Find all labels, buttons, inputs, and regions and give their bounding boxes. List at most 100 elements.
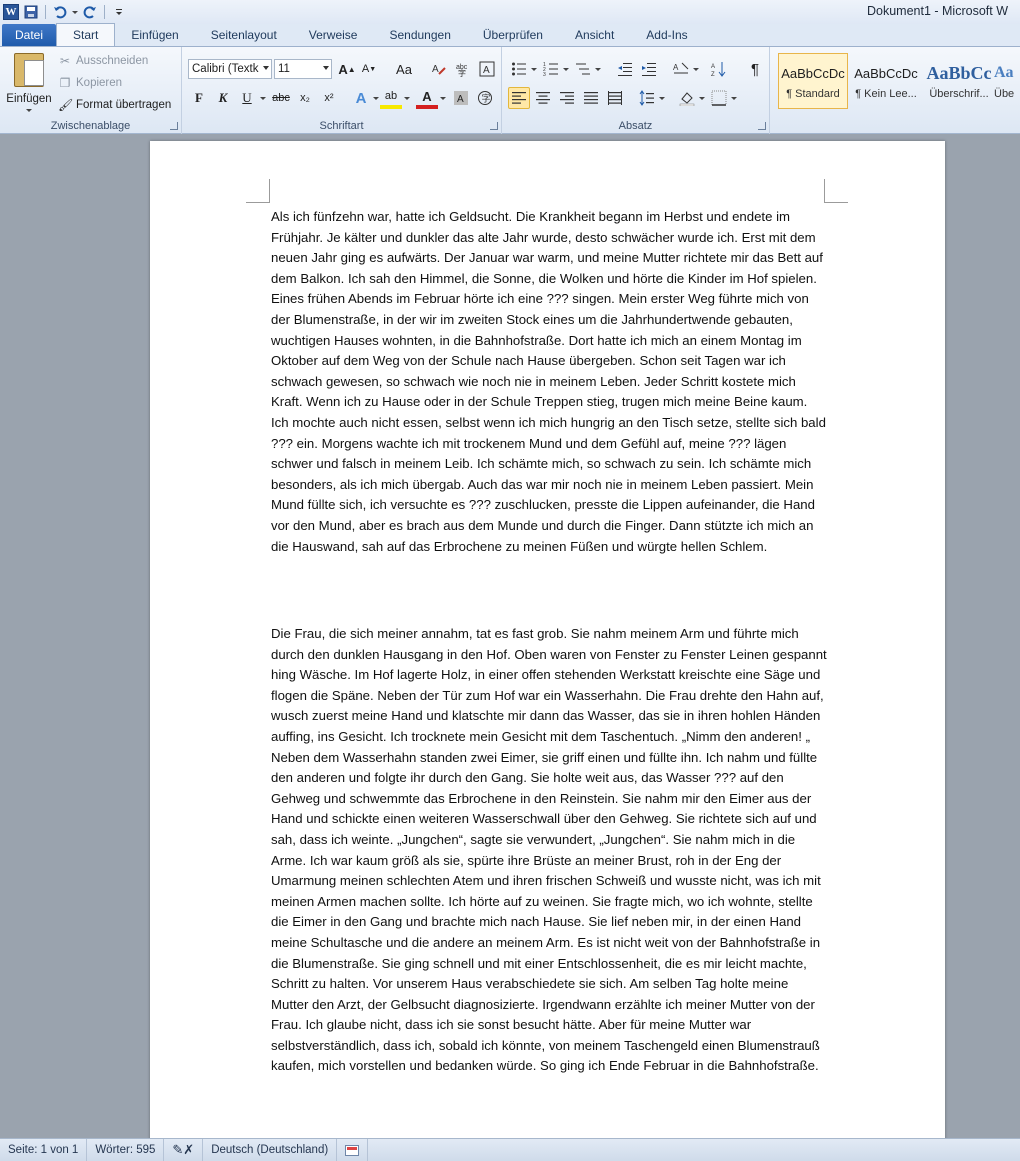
clipboard-launcher-icon[interactable]	[170, 122, 178, 130]
strikethrough-button[interactable]: abc	[268, 87, 294, 109]
tab-review[interactable]: Überprüfen	[467, 24, 559, 46]
font-launcher-icon[interactable]	[490, 122, 498, 130]
align-left-icon[interactable]	[508, 87, 530, 109]
font-color-button[interactable]: A	[416, 87, 438, 109]
font-name-combo[interactable]: Calibri (Textk	[188, 59, 272, 79]
text-direction-icon[interactable]: A	[670, 58, 692, 80]
borders-icon[interactable]	[708, 87, 730, 109]
bold-button[interactable]: F	[188, 87, 210, 109]
character-shading-icon[interactable]: A	[450, 87, 472, 109]
tab-references[interactable]: Verweise	[293, 24, 374, 46]
align-right-icon[interactable]	[556, 87, 578, 109]
tab-view[interactable]: Ansicht	[559, 24, 630, 46]
tab-file[interactable]: Datei	[2, 24, 57, 46]
font-group-label: Schriftart	[319, 120, 364, 132]
document-page[interactable]: Als ich fünfzehn war, hatte ich Geldsuch…	[150, 141, 945, 1138]
highlight-dropdown-icon[interactable]	[404, 97, 410, 100]
paragraph-group-label: Absatz	[618, 120, 653, 132]
undo-icon[interactable]	[52, 4, 68, 20]
margin-corner-mark	[246, 179, 270, 203]
style-name: ¶ Standard	[786, 88, 840, 100]
bullets-dropdown-icon[interactable]	[531, 68, 537, 71]
line-spacing-icon[interactable]	[636, 87, 658, 109]
align-center-icon[interactable]	[532, 87, 554, 109]
undo-dropdown-icon[interactable]	[72, 10, 78, 14]
proofing-icon[interactable]: ✎✗	[164, 1138, 204, 1161]
document-area[interactable]: Als ich fünfzehn war, hatte ich Geldsuch…	[0, 134, 1020, 1138]
page-count[interactable]: Seite: 1 von 1	[0, 1138, 88, 1161]
copy-button[interactable]: ❐ Kopieren	[58, 73, 122, 93]
tab-page-layout[interactable]: Seitenlayout	[195, 24, 293, 46]
borders-dropdown-icon[interactable]	[731, 97, 737, 100]
underline-dropdown-icon[interactable]	[260, 97, 266, 100]
enclose-characters-icon[interactable]: 字	[474, 87, 496, 109]
increase-indent-icon[interactable]	[638, 58, 660, 80]
paste-button[interactable]: Einfügen	[4, 51, 54, 115]
character-border-icon[interactable]: A	[476, 58, 498, 80]
ribbon-tabs: Datei Start Einfügen Seitenlayout Verwei…	[0, 23, 1020, 47]
bullets-icon[interactable]	[508, 58, 530, 80]
svg-text:A: A	[483, 65, 490, 76]
svg-text:A: A	[457, 94, 464, 105]
font-size-combo[interactable]: 11	[274, 59, 332, 79]
style-sample: Aa	[994, 64, 1014, 81]
numbering-dropdown-icon[interactable]	[563, 68, 569, 71]
text-direction-dropdown-icon[interactable]	[693, 68, 699, 71]
format-painter-button[interactable]: 🖌 Format übertragen	[58, 95, 171, 115]
chevron-down-icon	[323, 66, 329, 70]
numbering-icon[interactable]: 123	[540, 58, 562, 80]
multilevel-list-icon[interactable]	[572, 58, 594, 80]
phonetic-guide-icon[interactable]: abc 字	[452, 58, 474, 80]
word-count[interactable]: Wörter: 595	[87, 1138, 165, 1161]
superscript-button[interactable]: x²	[318, 87, 340, 109]
style-name: ¶ Kein Lee...	[855, 88, 917, 100]
change-case-button[interactable]: Aa	[390, 58, 418, 80]
paragraph[interactable]: Als ich fünfzehn war, hatte ich Geldsuch…	[271, 207, 827, 557]
font-color-dropdown-icon[interactable]	[440, 97, 446, 100]
tab-add-ins[interactable]: Add-Ins	[630, 24, 703, 46]
tab-insert[interactable]: Einfügen	[115, 24, 194, 46]
line-spacing-dropdown-icon[interactable]	[659, 97, 665, 100]
style-heading-1[interactable]: AaBbCc Überschrif...	[924, 53, 994, 109]
scissors-icon: ✂	[59, 54, 71, 68]
italic-button[interactable]: K	[212, 87, 234, 109]
paragraph-launcher-icon[interactable]	[758, 122, 766, 130]
grow-font-button[interactable]: A ▲	[336, 58, 358, 80]
distributed-icon[interactable]	[604, 87, 626, 109]
style-standard[interactable]: AaBbCcDc ¶ Standard	[778, 53, 848, 109]
style-heading-2[interactable]: Aa Übe	[994, 53, 1020, 109]
text-effects-dropdown-icon[interactable]	[373, 97, 379, 100]
justify-icon[interactable]	[580, 87, 602, 109]
decrease-indent-icon[interactable]	[614, 58, 636, 80]
paintbrush-icon: 🖌	[58, 98, 74, 112]
language-indicator[interactable]: Deutsch (Deutschland)	[203, 1138, 338, 1161]
clear-formatting-icon[interactable]: A	[428, 58, 450, 80]
shading-icon[interactable]	[676, 87, 698, 109]
shading-dropdown-icon[interactable]	[699, 97, 705, 100]
multilevel-dropdown-icon[interactable]	[595, 68, 601, 71]
text-effects-button[interactable]: A	[350, 87, 372, 109]
paste-dropdown-icon[interactable]	[26, 109, 32, 112]
save-icon[interactable]	[23, 4, 39, 20]
highlight-button[interactable]: ab	[380, 87, 402, 109]
customize-icon[interactable]	[111, 4, 127, 20]
style-sample: AaBbCcDc	[781, 65, 845, 81]
show-formatting-button[interactable]: ¶	[744, 58, 766, 80]
subscript-button[interactable]: x₂	[294, 87, 316, 109]
sort-icon[interactable]: AZ	[708, 58, 730, 80]
cut-button[interactable]: ✂ Ausschneiden	[58, 51, 148, 71]
tab-start[interactable]: Start	[56, 23, 116, 46]
style-no-spacing[interactable]: AaBbCcDc ¶ Kein Lee...	[851, 53, 921, 109]
underline-button[interactable]: U	[236, 87, 258, 109]
clipboard-icon	[14, 53, 44, 87]
text-effects-label: A	[355, 89, 367, 107]
redo-icon[interactable]	[82, 4, 98, 20]
shrink-font-button[interactable]: A ▼	[358, 58, 380, 80]
style-name: Überschrif...	[929, 88, 989, 100]
font-name-value: Calibri (Textk	[192, 63, 259, 75]
macro-recording-icon[interactable]	[337, 1138, 369, 1161]
word-logo-icon[interactable]: W	[3, 4, 19, 20]
paragraph[interactable]: Die Frau, die sich meiner annahm, tat es…	[271, 624, 827, 1077]
tab-mailings[interactable]: Sendungen	[373, 24, 466, 46]
svg-text:3: 3	[543, 72, 546, 77]
